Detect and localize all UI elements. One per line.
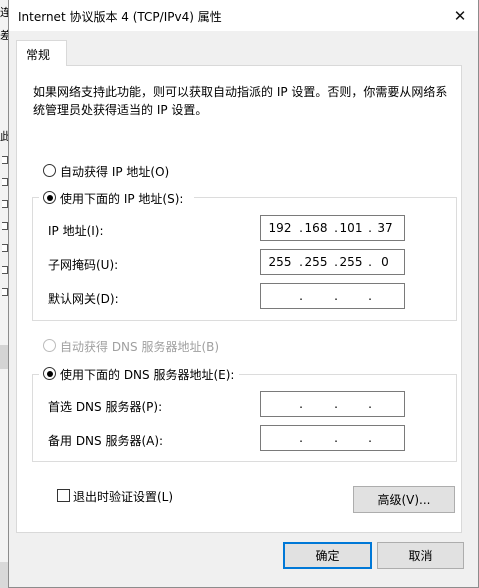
tab-general[interactable]: 常规 — [16, 40, 67, 66]
octet-separator: . — [368, 397, 372, 411]
octet-separator: . — [299, 397, 303, 411]
octet-separator: . — [299, 431, 303, 445]
octet-separator: . — [368, 289, 372, 303]
radio-auto-ip[interactable]: 自动获得 IP 地址(O) — [43, 162, 243, 180]
octet-separator: . — [299, 289, 303, 303]
radio-manual-ip-label: 使用下面的 IP 地址(S): — [60, 192, 184, 206]
preferred-dns-input[interactable]: . . . — [260, 391, 405, 417]
background-selection — [0, 345, 8, 369]
octet-separator: . — [334, 289, 338, 303]
background-button-edge — [0, 562, 8, 588]
validate-settings-label: 退出时验证设置(L) — [73, 490, 174, 504]
cancel-button[interactable]: 取消 — [377, 542, 464, 569]
ip-octet: 255 — [339, 255, 363, 269]
ip-address-label: IP 地址(I): — [48, 224, 104, 238]
close-button[interactable]: ✕ — [442, 0, 478, 31]
subnet-mask-label: 子网掩码(U): — [48, 258, 119, 272]
description-text: 如果网络支持此功能，则可以获取自动指派的 IP 设置。否则，你需要从网络系统管理… — [33, 85, 448, 117]
alternate-dns-input[interactable]: . . . — [260, 425, 405, 451]
ip-octet: 0 — [381, 255, 389, 269]
ip-address-input[interactable]: 192 . 168 . 101 . 37 — [260, 215, 405, 241]
background-window: 连 差 此 — [0, 0, 11, 588]
radio-manual-dns-circle[interactable] — [43, 367, 56, 380]
ip-octet: 255 — [268, 255, 292, 269]
tab-label: 常规 — [26, 48, 51, 62]
cancel-button-label: 取消 — [408, 549, 433, 563]
ip-octet: 192 — [268, 221, 292, 235]
alternate-dns-label: 备用 DNS 服务器(A): — [48, 434, 164, 448]
default-gateway-input[interactable]: . . . — [260, 283, 405, 309]
ip-octet: 101 — [339, 221, 363, 235]
octet-separator: . — [334, 397, 338, 411]
ok-button[interactable]: 确定 — [283, 542, 372, 569]
preferred-dns-label: 首选 DNS 服务器(P): — [48, 400, 163, 414]
radio-auto-dns-label: 自动获得 DNS 服务器地址(B) — [60, 340, 220, 354]
octet-separator: . — [368, 431, 372, 445]
ipv4-properties-dialog: Internet 协议版本 4 (TCP/IPv4) 属性 ✕ 常规 如果网络支… — [8, 0, 479, 588]
ip-octet: 255 — [304, 255, 328, 269]
radio-auto-dns: 自动获得 DNS 服务器地址(B) — [43, 337, 263, 355]
subnet-mask-input[interactable]: 255 . 255 . 255 . 0 — [260, 249, 405, 275]
window-title: Internet 协议版本 4 (TCP/IPv4) 属性 — [18, 10, 222, 24]
radio-manual-ip-circle[interactable] — [43, 191, 56, 204]
title-bar[interactable]: Internet 协议版本 4 (TCP/IPv4) 属性 ✕ — [9, 0, 478, 31]
general-panel: 如果网络支持此功能，则可以获取自动指派的 IP 设置。否则，你需要从网络系统管理… — [16, 65, 462, 533]
radio-manual-ip[interactable]: 使用下面的 IP 地址(S): — [43, 189, 243, 207]
ip-octet: 168 — [304, 221, 328, 235]
advanced-button-label: 高级(V)... — [377, 493, 431, 507]
radio-auto-ip-label: 自动获得 IP 地址(O) — [60, 165, 170, 179]
validate-settings-box[interactable] — [57, 489, 70, 502]
advanced-button[interactable]: 高级(V)... — [353, 486, 455, 513]
radio-auto-dns-circle — [43, 339, 56, 352]
validate-settings-checkbox[interactable]: 退出时验证设置(L) — [57, 487, 217, 505]
radio-manual-dns[interactable]: 使用下面的 DNS 服务器地址(E): — [43, 365, 273, 383]
radio-manual-dns-label: 使用下面的 DNS 服务器地址(E): — [60, 368, 235, 382]
radio-auto-ip-circle[interactable] — [43, 164, 56, 177]
ok-button-label: 确定 — [315, 549, 340, 563]
octet-separator: . — [334, 431, 338, 445]
close-icon: ✕ — [453, 6, 467, 25]
default-gateway-label: 默认网关(D): — [48, 292, 119, 306]
ip-octet: 37 — [377, 221, 393, 235]
